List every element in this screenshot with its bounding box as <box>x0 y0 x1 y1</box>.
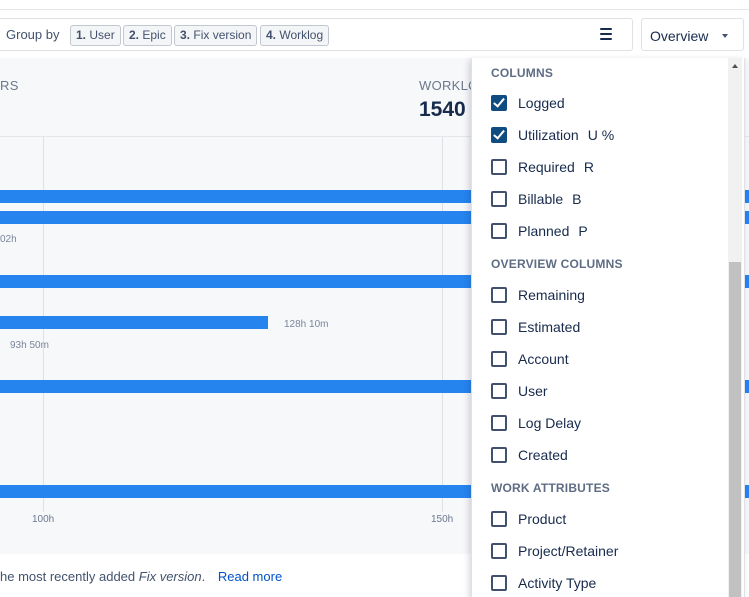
bar-label: 93h 50m <box>10 340 49 351</box>
read-more-link[interactable]: Read more <box>218 569 282 584</box>
stat-value-worklogs: 1540 <box>419 98 466 121</box>
checkbox[interactable] <box>491 127 507 143</box>
bar-label: 02h <box>0 234 17 245</box>
option-account[interactable]: Account <box>491 351 721 369</box>
option-activity-type[interactable]: Activity Type <box>491 575 721 593</box>
x-tick-label: 100h <box>32 514 55 525</box>
scrollbar-thumb[interactable] <box>729 262 741 597</box>
group-chip-worklog[interactable]: 4. Worklog <box>260 25 330 46</box>
checkbox[interactable] <box>491 159 507 175</box>
option-product[interactable]: Product <box>491 511 721 529</box>
option-utilization[interactable]: Utilization U % <box>491 127 721 145</box>
top-divider <box>0 9 749 10</box>
checkbox[interactable] <box>491 287 507 303</box>
checkbox[interactable] <box>491 223 507 239</box>
option-required[interactable]: Required R <box>491 159 721 177</box>
scroll-up-arrow-icon[interactable] <box>732 64 738 68</box>
option-user[interactable]: User <box>491 383 721 401</box>
checkbox[interactable] <box>491 447 507 463</box>
bar-label: 128h 10m <box>284 319 329 330</box>
checkbox[interactable] <box>491 383 507 399</box>
option-created[interactable]: Created <box>491 447 721 465</box>
stat-label-hours: RS <box>0 78 19 93</box>
checkbox[interactable] <box>491 575 507 591</box>
footer-note: he most recently added Fix version. Read… <box>0 569 283 584</box>
section-title-work-attributes: WORK ATTRIBUTES <box>491 481 610 495</box>
group-chip-fix-version[interactable]: 3. Fix version <box>174 25 258 46</box>
option-project-retainer[interactable]: Project/Retainer <box>491 543 721 561</box>
chevron-down-icon <box>722 34 728 38</box>
group-by-toolbar: Group by 1. User 2. Epic 3. Fix version … <box>0 18 633 51</box>
option-log-delay[interactable]: Log Delay <box>491 415 721 433</box>
view-select-label: Overview <box>650 28 709 44</box>
option-estimated[interactable]: Estimated <box>491 319 721 337</box>
checkbox[interactable] <box>491 191 507 207</box>
checkbox[interactable] <box>491 95 507 111</box>
view-select-dropdown[interactable]: Overview <box>641 18 744 51</box>
stat-label-worklogs: WORKLO <box>419 78 479 93</box>
checkbox[interactable] <box>491 415 507 431</box>
hamburger-menu-icon[interactable] <box>598 26 615 42</box>
group-by-label: Group by <box>6 27 60 42</box>
option-billable[interactable]: Billable B <box>491 191 721 209</box>
checkbox[interactable] <box>491 511 507 527</box>
group-chip-epic[interactable]: 2. Epic <box>123 25 172 46</box>
column-picker-dropdown: COLUMNS Logged Utilization U % Required R … <box>471 58 745 597</box>
chart-bar[interactable] <box>0 316 268 329</box>
section-title-overview-columns: OVERVIEW COLUMNS <box>491 257 623 271</box>
x-tick-label: 150h <box>431 514 454 525</box>
group-chip-user[interactable]: 1. User <box>70 25 121 46</box>
checkbox[interactable] <box>491 543 507 559</box>
option-remaining[interactable]: Remaining <box>491 287 721 305</box>
section-title-columns: COLUMNS <box>491 66 554 80</box>
option-planned[interactable]: Planned P <box>491 223 721 241</box>
checkbox[interactable] <box>491 319 507 335</box>
option-logged[interactable]: Logged <box>491 95 721 113</box>
checkbox[interactable] <box>491 351 507 367</box>
dropdown-scrollbar[interactable] <box>728 58 742 597</box>
